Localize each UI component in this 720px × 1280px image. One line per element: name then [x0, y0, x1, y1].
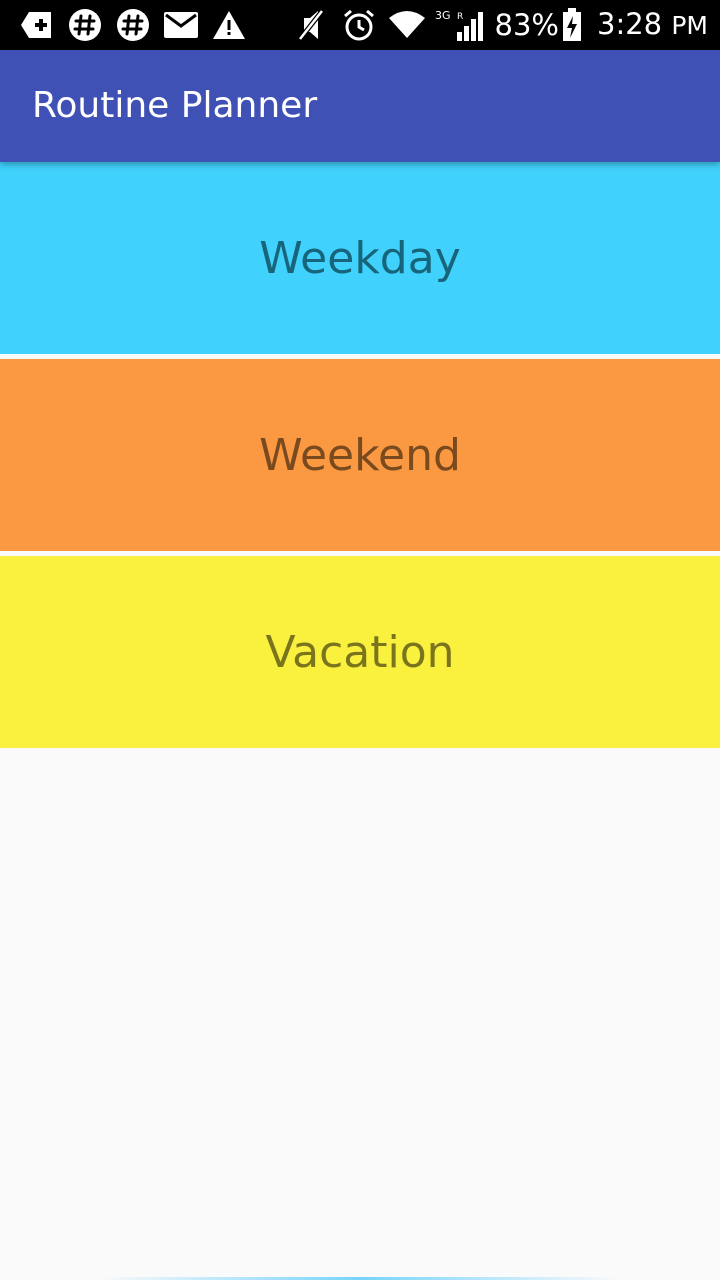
signal-3g-icon: 3G R — [435, 6, 489, 44]
status-bar: 3G R 83% 3:28 PM — [0, 0, 720, 50]
routine-weekday-button[interactable]: Weekday — [0, 162, 720, 354]
routine-weekend-label: Weekend — [259, 429, 461, 481]
warning-icon — [210, 6, 248, 44]
status-right-icons: 3G R 83% 3:28 PM — [283, 6, 708, 44]
mute-icon — [291, 6, 331, 44]
app-title: Routine Planner — [32, 85, 318, 126]
app-bar: Routine Planner — [0, 50, 720, 162]
status-left-icons — [18, 6, 258, 44]
clock-ampm: PM — [671, 11, 708, 40]
wifi-icon — [387, 6, 427, 44]
clock-time: 3:28 — [597, 7, 663, 41]
slack-icon — [66, 6, 104, 44]
gmail-icon — [162, 6, 200, 44]
routine-weekend-button[interactable]: Weekend — [0, 359, 720, 551]
svg-text:R: R — [457, 12, 463, 22]
routine-vacation-label: Vacation — [265, 626, 455, 678]
routine-vacation-button[interactable]: Vacation — [0, 556, 720, 748]
clock: 3:28 PM — [597, 5, 708, 45]
svg-text:3G: 3G — [435, 9, 451, 22]
battery-charging-icon — [561, 6, 583, 44]
battery-percent: 83% — [494, 8, 559, 42]
slack-icon — [114, 6, 152, 44]
add-notification-icon — [18, 6, 56, 44]
routine-weekday-label: Weekday — [259, 232, 461, 284]
alarm-icon — [339, 6, 379, 44]
